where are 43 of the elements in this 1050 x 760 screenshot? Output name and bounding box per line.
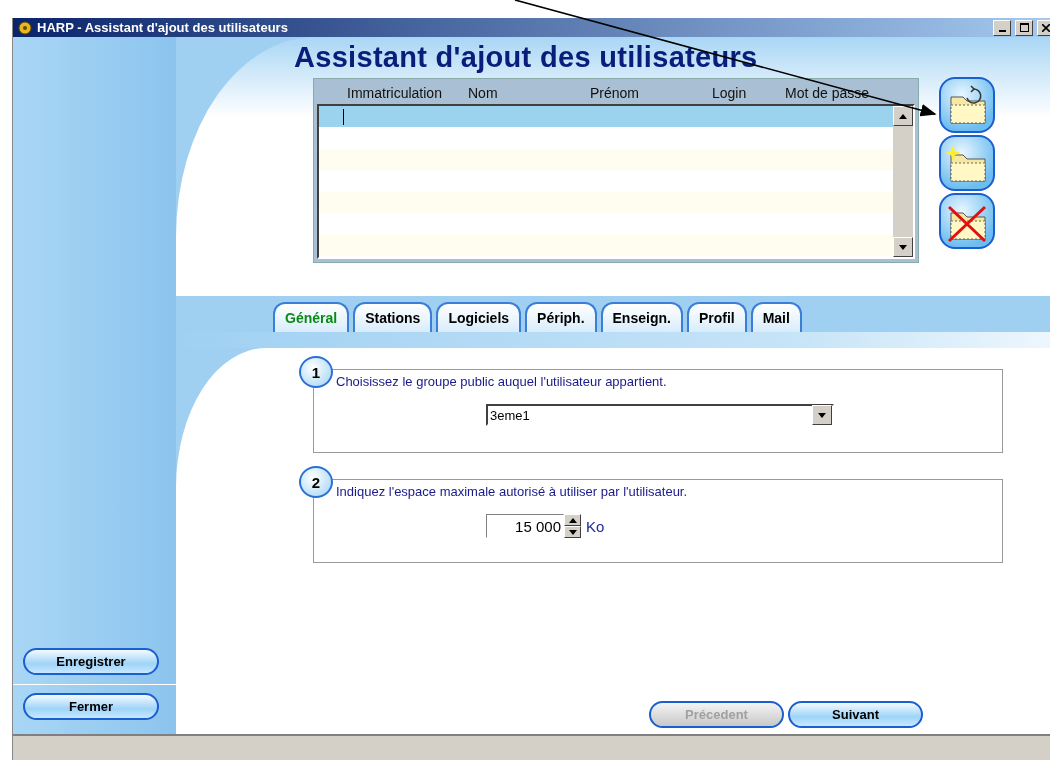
maximize-icon	[1019, 23, 1029, 32]
sidebar-button[interactable]: Fermer	[23, 693, 159, 720]
decrement-button[interactable]	[564, 526, 581, 538]
column-header[interactable]: Prénom	[590, 84, 712, 101]
tab[interactable]: Périph.	[525, 302, 597, 332]
tab[interactable]: Enseign.	[600, 302, 683, 332]
step-instruction: Indiquez l'espace maximale autorisé à utiliser par l'utilisateur.	[336, 484, 689, 499]
down-arrow-icon	[818, 412, 826, 418]
up-arrow-icon	[568, 517, 577, 523]
tab[interactable]: Logiciels	[436, 302, 522, 332]
close-button[interactable]	[1037, 19, 1050, 36]
add-button[interactable]	[939, 135, 995, 191]
import-button[interactable]	[939, 77, 995, 133]
step-instruction: Choisissez le groupe public auquel l'utilisateur appartient.	[336, 374, 668, 389]
delete-button[interactable]	[939, 193, 995, 249]
unit-label: Ko	[586, 517, 605, 535]
column-header[interactable]: Nom	[468, 84, 590, 101]
increment-button[interactable]	[564, 514, 581, 526]
down-arrow-icon	[899, 244, 907, 250]
up-arrow-icon	[899, 113, 907, 119]
window-title: HARP - Assistant d'ajout des utilisateurs	[37, 20, 289, 35]
tab[interactable]: Mail	[750, 302, 802, 332]
minimize-button[interactable]	[993, 19, 1011, 36]
scrollbar[interactable]	[893, 106, 913, 257]
minimize-icon	[998, 29, 1006, 32]
column-header[interactable]: Immatriculation	[347, 84, 468, 101]
maximize-button[interactable]	[1015, 19, 1033, 36]
text-cursor	[343, 108, 344, 125]
tab[interactable]: Stations	[353, 302, 433, 332]
group-dropdown[interactable]: 3eme1	[486, 404, 834, 426]
column-header[interactable]: Login	[712, 84, 785, 101]
step-number: 2	[299, 466, 333, 498]
down-arrow-icon	[568, 529, 577, 535]
close-icon	[1042, 23, 1050, 32]
app-icon	[17, 19, 33, 36]
sidebar-button[interactable]: Enregistrer	[23, 648, 159, 675]
quota-input[interactable]: 15 000	[486, 514, 564, 538]
scroll-up-button[interactable]	[893, 106, 913, 126]
nav-button[interactable]: Suivant	[788, 701, 923, 728]
tab[interactable]: Profil	[686, 302, 747, 332]
step-number: 1	[299, 356, 333, 388]
tab[interactable]: Général	[273, 302, 350, 332]
scroll-down-button[interactable]	[893, 237, 913, 257]
